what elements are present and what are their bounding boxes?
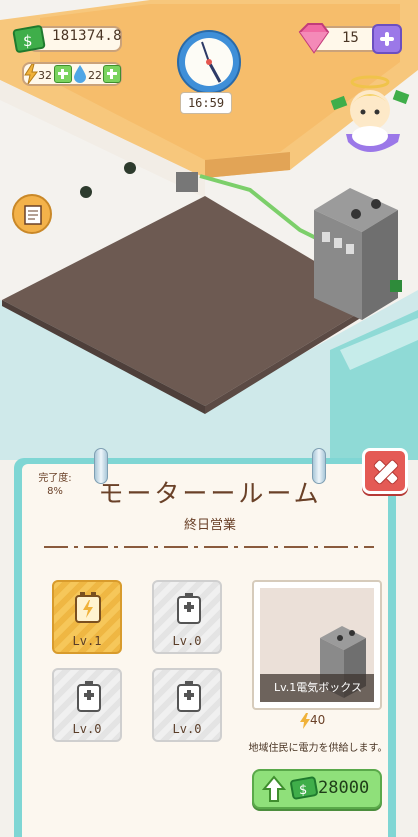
clock-icon — [177, 30, 241, 94]
electric-box-icon — [314, 188, 402, 320]
add-gems-button[interactable] — [372, 24, 402, 54]
power-value: 40 — [310, 713, 326, 727]
battery-lightning-icon — [75, 592, 101, 623]
battery-icon — [177, 593, 201, 624]
cash-icon: $ — [290, 776, 318, 800]
equipment-slot-3[interactable]: Lv.0 — [52, 668, 122, 742]
add-water-button[interactable] — [103, 65, 121, 83]
equipment-slot-1[interactable]: Lv.1 — [52, 580, 122, 654]
lightning-icon — [24, 64, 38, 84]
battery-icon — [177, 681, 201, 712]
upgrade-cost: 28000 — [318, 778, 370, 798]
room-title: モーターールーム — [98, 479, 322, 508]
equipment-preview: Lv.1電気ボックス — [252, 580, 382, 710]
cash-icon: $ — [12, 25, 46, 53]
room-subtitle: 終日営業 — [183, 518, 236, 533]
money-value: 181374.8 — [52, 28, 122, 44]
angel-mascot-icon[interactable] — [328, 72, 410, 162]
energy-value: 32 — [38, 69, 52, 82]
equipment-slot-2[interactable]: Lv.0 — [152, 580, 222, 654]
slot-level: Lv.0 — [72, 722, 102, 736]
svg-text:$: $ — [23, 32, 33, 50]
preview-caption: Lv.1電気ボックス — [260, 674, 374, 702]
wall-socket-icon — [176, 172, 198, 192]
battery-icon — [77, 681, 101, 712]
water-drop-icon — [74, 65, 86, 83]
gem-icon — [298, 23, 330, 54]
water-value: 22 — [88, 69, 102, 82]
clock-time: 16:59 — [180, 92, 232, 114]
add-energy-button[interactable] — [54, 65, 72, 83]
gem-value: 15 — [342, 30, 359, 46]
arrow-up-icon — [262, 775, 286, 802]
slot-level: Lv.0 — [172, 634, 202, 648]
divider — [44, 546, 374, 548]
lightning-icon — [300, 713, 310, 729]
notepad-icon — [24, 205, 42, 225]
svg-text:$: $ — [299, 783, 307, 798]
memo-button[interactable] — [12, 194, 52, 234]
close-button[interactable] — [362, 448, 408, 494]
equipment-slot-4[interactable]: Lv.0 — [152, 668, 222, 742]
slot-level: Lv.1 — [72, 634, 102, 648]
equipment-description: 地域住民に電力を供給します。 — [248, 743, 388, 754]
slot-level: Lv.0 — [172, 722, 202, 736]
